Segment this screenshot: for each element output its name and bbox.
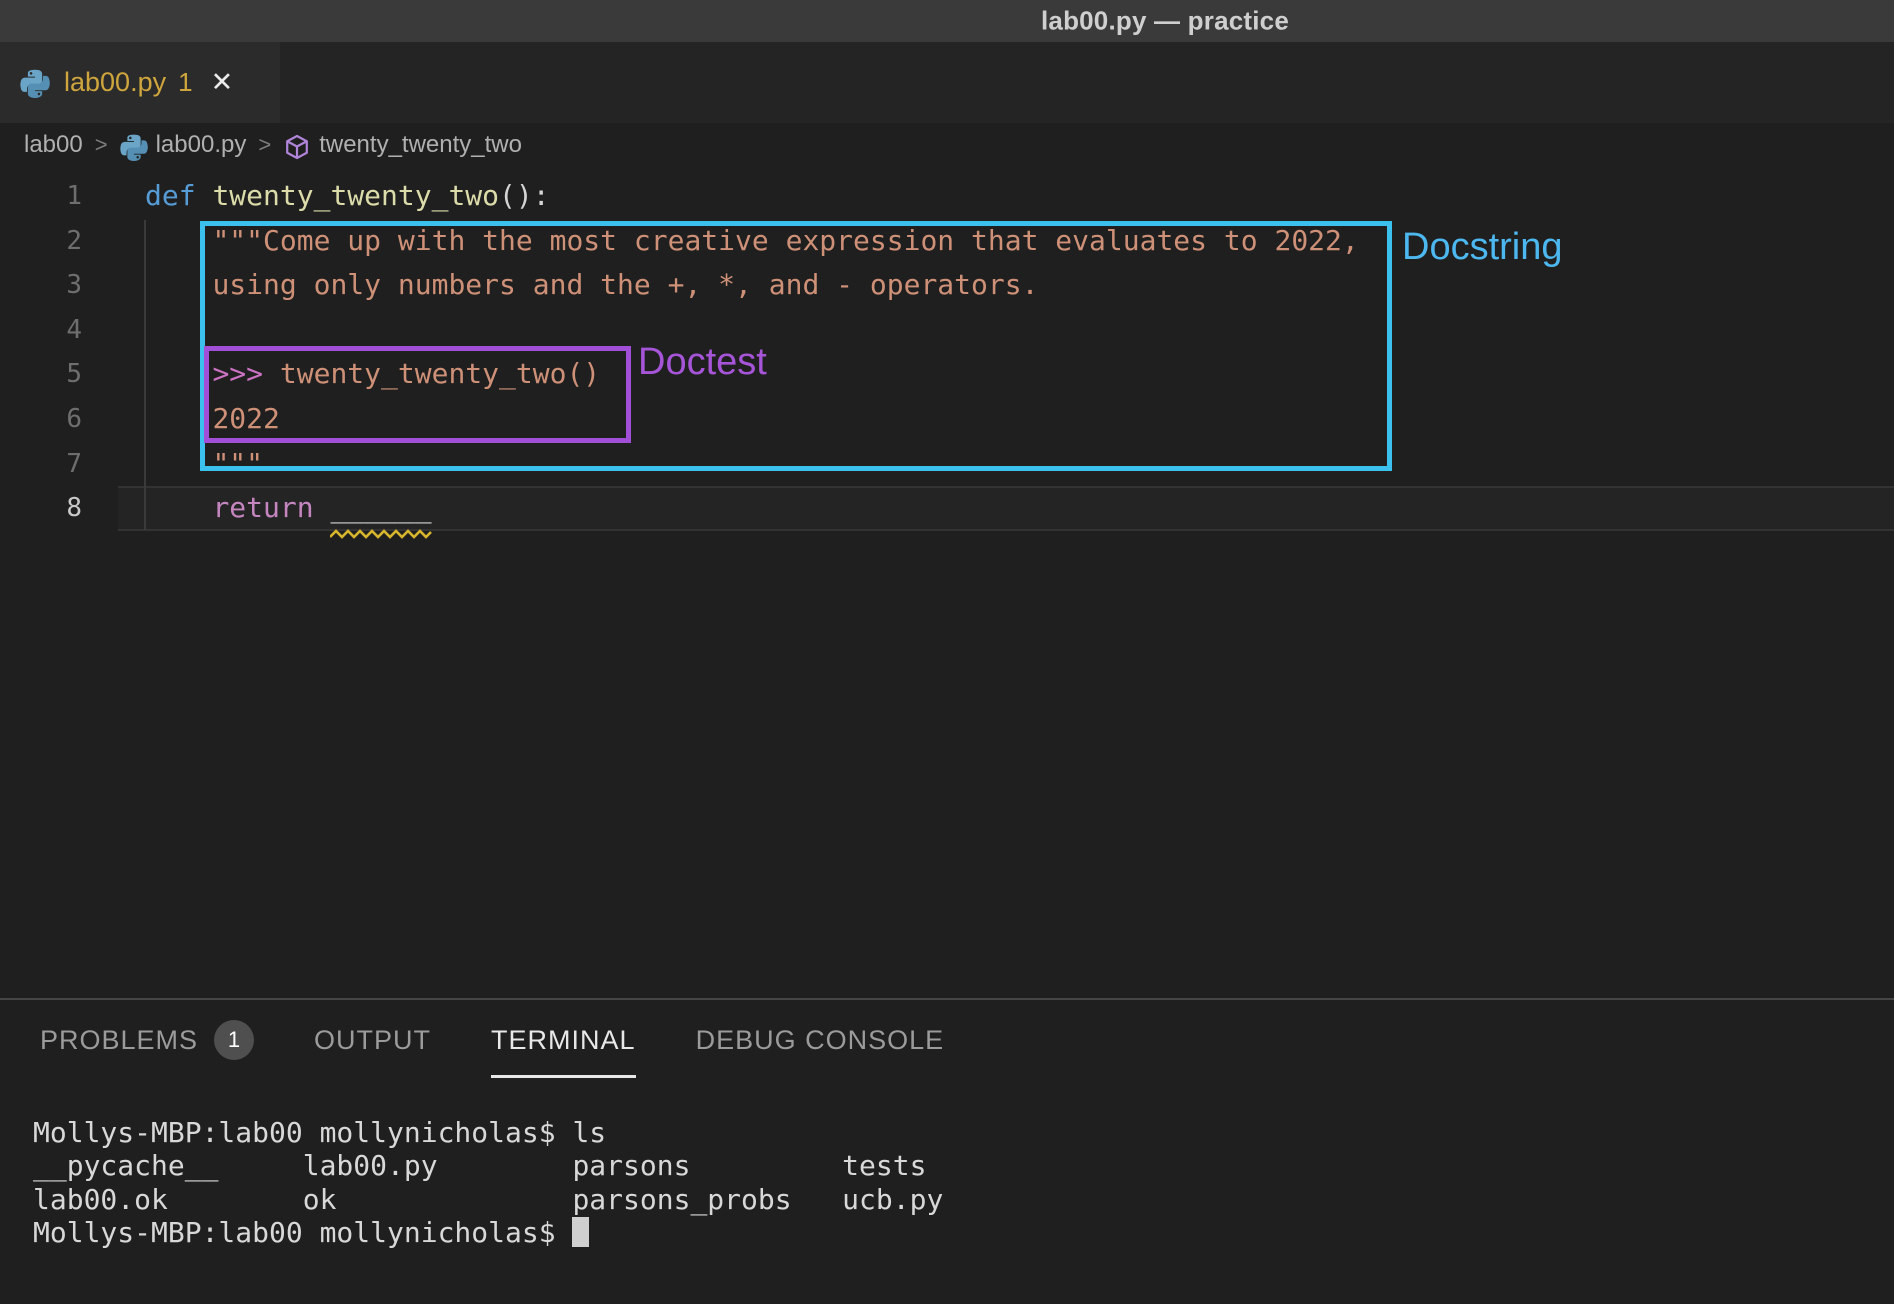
editor[interactable]: 12345678 def twenty_twenty_two(): """Com… (0, 0, 1894, 998)
panel-tab-problems[interactable]: PROBLEMS 1 (40, 1000, 254, 1080)
vscode-window: lab00.py — practice lab00.py 1 ✕ lab00 >… (0, 0, 1894, 1304)
code-token: return (212, 491, 313, 524)
docstring-annotation-label: Docstring (1402, 226, 1563, 269)
code-token: twenty_twenty_two (212, 179, 499, 212)
code-token: def (145, 179, 212, 212)
line-number: 4 (0, 308, 82, 353)
terminal-line: __pycache__ lab00.py parsons tests (33, 1149, 943, 1182)
panel-tab-label: OUTPUT (314, 1025, 431, 1056)
terminal-line: lab00.ok ok parsons_probs ucb.py (33, 1183, 943, 1216)
panel-tab-bar: PROBLEMS 1 OUTPUT TERMINAL DEBUG CONSOLE (40, 1000, 1004, 1080)
doctest-annotation-box (204, 346, 631, 443)
terminal-cursor[interactable] (572, 1217, 589, 1247)
line-number: 2 (0, 219, 82, 264)
warning-underlined-token: ______ (330, 486, 431, 531)
line-number: 8 (0, 486, 82, 531)
panel-tab-label: PROBLEMS (40, 1025, 198, 1056)
line-number: 1 (0, 174, 82, 219)
line-number: 7 (0, 442, 82, 487)
active-tab-underline (491, 1075, 636, 1078)
code-token: (): (499, 179, 550, 212)
panel-tab-label: TERMINAL (491, 1025, 636, 1056)
panel-tab-label: DEBUG CONSOLE (696, 1025, 945, 1056)
code-line[interactable]: return ______ (145, 486, 1359, 531)
terminal-line: Mollys-MBP:lab00 mollynicholas$ ls (33, 1116, 943, 1149)
code-token (314, 491, 331, 524)
code-token (145, 491, 212, 524)
code-line[interactable]: def twenty_twenty_two(): (145, 174, 1359, 219)
panel-tab-debug-console[interactable]: DEBUG CONSOLE (696, 1000, 945, 1080)
doctest-annotation-label: Doctest (638, 341, 767, 384)
warning-squiggle-icon (330, 529, 432, 539)
terminal-line: Mollys-MBP:lab00 mollynicholas$ (33, 1216, 943, 1249)
problems-count-badge: 1 (214, 1020, 254, 1060)
line-number: 6 (0, 397, 82, 442)
line-number: 3 (0, 263, 82, 308)
panel-tab-output[interactable]: OUTPUT (314, 1000, 431, 1080)
terminal-output[interactable]: Mollys-MBP:lab00 mollynicholas$ ls__pyca… (33, 1116, 943, 1250)
gutter: 12345678 (0, 174, 82, 531)
line-number: 5 (0, 352, 82, 397)
panel-tab-terminal[interactable]: TERMINAL (491, 1000, 636, 1080)
